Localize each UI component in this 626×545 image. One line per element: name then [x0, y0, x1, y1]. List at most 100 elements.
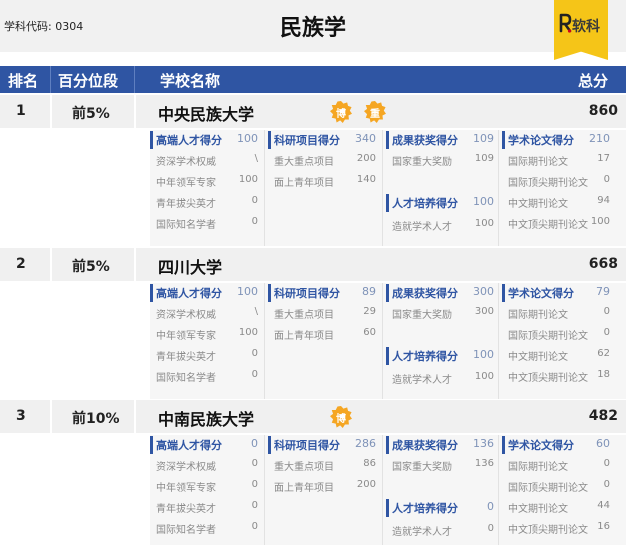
indicator-value: 60: [363, 327, 376, 338]
indicator-row: 中文期刊论文 62: [502, 347, 614, 363]
talent-category-label: 高端人才得分: [156, 134, 222, 147]
indicator-label: 青年拔尖英才: [156, 352, 216, 363]
indicator-value: 0: [251, 521, 258, 532]
header-school[interactable]: 学校名称: [160, 70, 220, 91]
school-percentile: 前5%: [72, 259, 110, 275]
school-row[interactable]: 3 前10% 中南民族大学 博 482: [0, 400, 626, 433]
indicator-row: 国家重大奖励 300: [386, 305, 498, 321]
indicator-value: 300: [474, 306, 494, 317]
indicator-row: 面上青年项目 60: [268, 326, 380, 342]
indicator-row: 重大重点项目 29: [268, 305, 380, 321]
paper-category-label: 学术论文得分: [508, 287, 574, 300]
indicator-label: 中文期刊论文: [508, 352, 568, 363]
school-row[interactable]: 1 前5% 中央民族大学 博 重 860: [0, 95, 626, 128]
school-percentile: 前10%: [72, 411, 120, 427]
paper-category: 学术论文得分 79: [502, 284, 614, 302]
column-divider: [382, 130, 383, 246]
table-header: 排名 百分位段 学校名称 总分: [0, 66, 626, 93]
row-divider: [50, 400, 52, 433]
indicator-value: 0: [603, 327, 610, 338]
indicator-row: 重大重点项目 86: [268, 457, 380, 473]
indicator-label: 国际期刊论文: [508, 157, 568, 168]
column-divider: [264, 283, 265, 399]
school-name[interactable]: 四川大学: [158, 254, 222, 278]
indicator-row: 国际顶尖期刊论文 0: [502, 173, 614, 189]
row-divider: [50, 248, 52, 281]
talent-category: 高端人才得分 100: [150, 284, 262, 302]
school-name[interactable]: 中南民族大学: [158, 406, 254, 430]
indicator-row: 国际顶尖期刊论文 0: [502, 326, 614, 342]
column-divider: [498, 435, 499, 545]
indicator-value: 100: [238, 174, 258, 185]
indicator-row: 重大重点项目 200: [268, 152, 380, 168]
header-total[interactable]: 总分: [578, 70, 608, 91]
indicator-row: 资深学术权威 \: [150, 305, 262, 321]
row-divider: [134, 248, 136, 281]
indicator-row: 国际知名学者 0: [150, 215, 262, 231]
indicator-value: 17: [597, 153, 610, 164]
softsci-logo[interactable]: 软科: [554, 0, 608, 60]
indicator-label: 重大重点项目: [274, 157, 334, 168]
paper-category-label: 学术论文得分: [508, 439, 574, 452]
talent-category: 高端人才得分 0: [150, 436, 262, 454]
indicator-label: 国际期刊论文: [508, 462, 568, 473]
header-divider: [134, 66, 135, 93]
award-category-score: 300: [473, 285, 494, 298]
header-percentile[interactable]: 百分位段: [58, 70, 118, 91]
indicator-label: 国际顶尖期刊论文: [508, 331, 588, 342]
research-category: 科研项目得分 340: [268, 131, 380, 149]
header-rank[interactable]: 排名: [8, 70, 38, 91]
indicator-row: 中文顶尖期刊论文 100: [502, 215, 614, 231]
award-category: 成果获奖得分 300: [386, 284, 498, 302]
column-divider: [264, 435, 265, 545]
indicator-value: 136: [474, 458, 494, 469]
indicator-value: 0: [251, 458, 258, 469]
indicator-row: 国际知名学者 0: [150, 520, 262, 536]
indicator-value: \: [254, 306, 258, 317]
indicator-label: 面上青年项目: [274, 483, 334, 494]
indicator-label: 资深学术权威: [156, 310, 216, 321]
ranking-page: 学科代码: 0304 民族学 软科 排名 百分位段 学校名称 总分 1 前5% 中央…: [0, 0, 626, 545]
indicator-value: \: [254, 153, 258, 164]
school-name[interactable]: 中央民族大学: [158, 101, 254, 125]
talent-category-score: 100: [237, 285, 258, 298]
column-divider: [382, 435, 383, 545]
award-category: 成果获奖得分 136: [386, 436, 498, 454]
school-rank: 3: [16, 408, 26, 424]
paper-category: 学术论文得分 60: [502, 436, 614, 454]
indicator-label: 面上青年项目: [274, 178, 334, 189]
top-bar: 学科代码: 0304 民族学: [0, 0, 626, 52]
paper-category-score: 210: [589, 132, 610, 145]
row-divider: [134, 95, 136, 128]
column-divider: [382, 283, 383, 399]
indicator-row: 造就学术人才 100: [386, 370, 498, 386]
school-row[interactable]: 2 前5% 四川大学 668: [0, 248, 626, 281]
indicator-value: 0: [251, 216, 258, 227]
indicator-value: 100: [474, 371, 494, 382]
award-category-label: 成果获奖得分: [392, 439, 458, 452]
indicator-label: 资深学术权威: [156, 157, 216, 168]
indicator-value: 0: [603, 306, 610, 317]
indicator-value: 0: [251, 479, 258, 490]
research-category-label: 科研项目得分: [274, 439, 340, 452]
indicator-label: 中文期刊论文: [508, 504, 568, 515]
indicator-label: 面上青年项目: [274, 331, 334, 342]
r-logo-icon: [559, 13, 572, 33]
doctoral-badge-icon: 博: [330, 101, 352, 123]
indicator-value: 0: [603, 174, 610, 185]
cultivation-category: 人才培养得分 100: [386, 194, 498, 212]
paper-category-score: 60: [596, 437, 610, 450]
key-discipline-badge-icon: 重: [364, 101, 386, 123]
school-total-score: 668: [588, 256, 618, 272]
indicator-row: 国家重大奖励 136: [386, 457, 498, 473]
indicator-row: 中文期刊论文 44: [502, 499, 614, 515]
indicator-row: 中文顶尖期刊论文 16: [502, 520, 614, 536]
indicator-value: 200: [356, 479, 376, 490]
indicator-label: 青年拔尖英才: [156, 199, 216, 210]
indicator-label: 国际期刊论文: [508, 310, 568, 321]
header-divider: [50, 66, 51, 93]
talent-category-score: 0: [251, 437, 258, 450]
indicator-value: 0: [603, 458, 610, 469]
cultivation-category-label: 人才培养得分: [392, 197, 458, 210]
indicator-label: 国际知名学者: [156, 373, 216, 384]
